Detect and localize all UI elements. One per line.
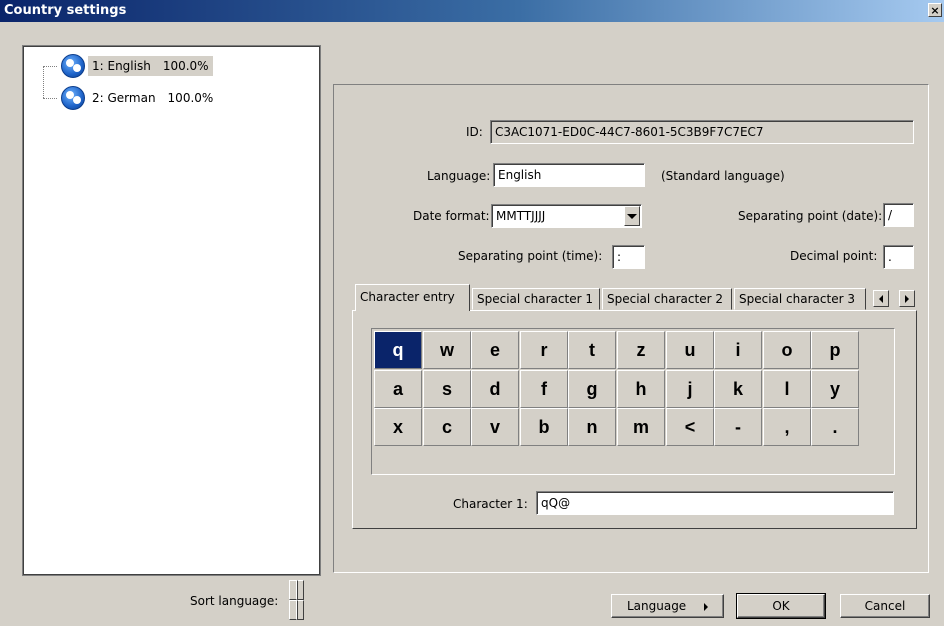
standard-language-note: (Standard language) [661,169,785,183]
dropdown-button[interactable] [624,206,640,226]
language-label: Language: [427,169,491,183]
key-2-1[interactable]: c [423,408,471,446]
language-globe-icon [61,54,85,78]
cancel-button[interactable]: Cancel [840,594,930,618]
arrow-up-icon [295,580,298,600]
key-1-1[interactable]: s [423,370,471,408]
id-field: C3AC1071-ED0C-44C7-8601-5C3B9F7C7EC7 [490,120,914,144]
language-button-label: Language [626,599,687,613]
tab-scroll-right-button[interactable] [899,290,915,307]
sort-down-button[interactable] [289,600,304,620]
key-0-0[interactable]: q [374,331,422,369]
tab-special-character-3[interactable]: Special character 3 [734,288,866,310]
key-2-4[interactable]: n [568,408,616,446]
tree-item-label: 2: German [92,91,156,105]
tab-scroll-left-button[interactable] [873,290,889,307]
key-0-4[interactable]: t [568,331,616,369]
key-2-9[interactable]: . [811,408,859,446]
tab-special-character-1[interactable]: Special character 1 [472,288,600,310]
window-title: Country settings [4,3,127,18]
date-format-value: MMTTJJJJ [496,209,546,223]
id-label: ID: [466,125,483,139]
close-icon: × [930,4,940,17]
key-1-7[interactable]: k [714,370,762,408]
key-1-3[interactable]: f [520,370,568,408]
key-2-8[interactable]: , [763,408,811,446]
key-1-8[interactable]: l [763,370,811,408]
language-tree[interactable]: 1: English 100.0% 2: German 100.0% [22,45,321,576]
key-0-2[interactable]: e [471,331,519,369]
key-1-9[interactable]: y [811,370,859,408]
tab-special-character-2[interactable]: Special character 2 [602,288,732,310]
sort-up-button[interactable] [289,580,304,600]
ok-button[interactable]: OK [736,593,826,619]
key-2-0[interactable]: x [374,408,422,446]
key-0-5[interactable]: z [617,331,665,369]
key-1-0[interactable]: a [374,370,422,408]
chevron-down-icon [627,213,637,219]
key-0-9[interactable]: p [811,331,859,369]
date-format-select[interactable]: MMTTJJJJ [491,204,642,228]
menu-arrow-icon [704,596,709,618]
key-1-5[interactable]: h [617,370,665,408]
decimal-point-input[interactable]: . [883,245,914,269]
arrow-down-icon [295,600,298,620]
separating-point-time-label: Separating point (time): [458,249,603,263]
key-2-5[interactable]: m [617,408,665,446]
tree-item-german[interactable]: 2: German 100.0% [61,85,217,111]
sort-language-spinner[interactable] [289,580,304,620]
tree-connector [43,66,57,67]
arrow-left-icon [879,294,883,303]
tree-item-percent: 100.0% [167,91,214,105]
tree-connector [43,66,44,98]
key-2-6[interactable]: < [666,408,714,446]
key-0-8[interactable]: o [763,331,811,369]
separating-point-time-input[interactable]: : [612,245,645,269]
key-0-7[interactable]: i [714,331,762,369]
tree-item-label: 1: English [92,59,151,73]
key-2-3[interactable]: b [520,408,568,446]
key-0-1[interactable]: w [423,331,471,369]
character-label: Character 1: [453,497,528,511]
title-bar: Country settings × [0,0,944,22]
separating-point-date-label: Separating point (date): [738,209,883,223]
decimal-point-label: Decimal point: [790,249,878,263]
language-input[interactable]: English [493,163,645,187]
sort-language-label: Sort language: [190,594,279,608]
key-1-2[interactable]: d [471,370,519,408]
tree-item-english[interactable]: 1: English 100.0% [61,53,213,79]
arrow-right-icon [905,294,909,303]
key-2-7[interactable]: - [714,408,762,446]
key-2-2[interactable]: v [471,408,519,446]
separating-point-date-input[interactable]: / [883,203,914,227]
language-menu-button[interactable]: Language [611,594,724,618]
tab-character-entry[interactable]: Character entry [355,284,470,311]
key-1-4[interactable]: g [568,370,616,408]
tree-connector [43,98,57,99]
tree-item-percent: 100.0% [162,59,209,73]
character-input[interactable]: qQ@ [536,491,894,515]
key-0-3[interactable]: r [520,331,568,369]
close-button[interactable]: × [928,3,942,17]
language-globe-icon [61,86,85,110]
key-1-6[interactable]: j [666,370,714,408]
date-format-label: Date format: [413,209,490,223]
key-0-6[interactable]: u [666,331,714,369]
